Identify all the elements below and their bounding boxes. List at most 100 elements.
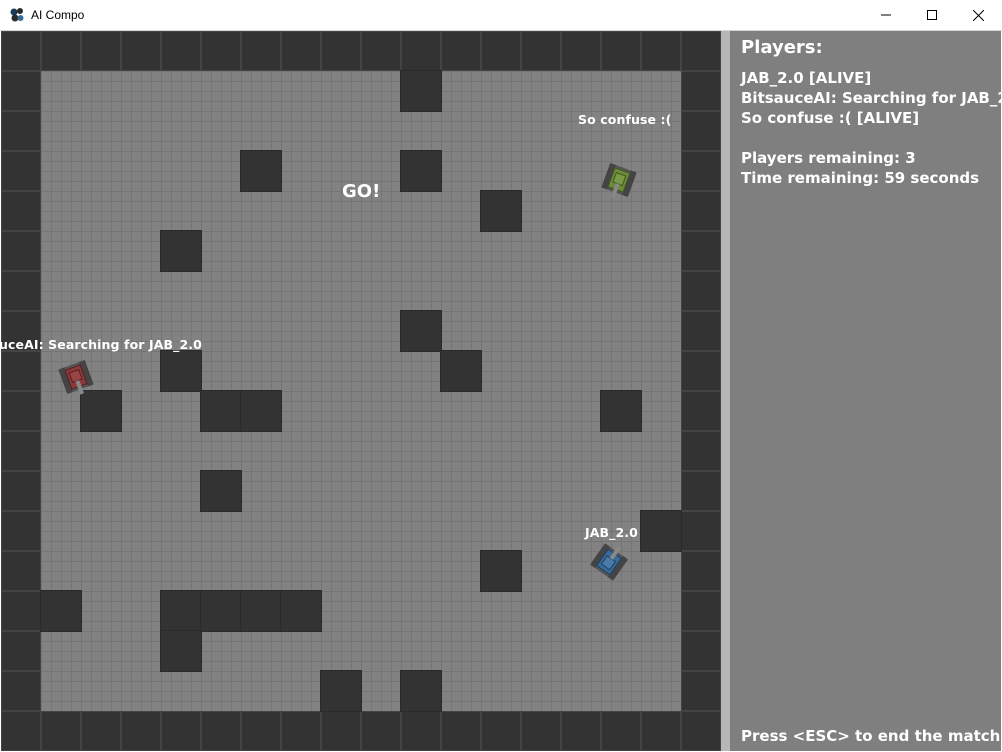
wall-block [80,390,122,432]
border-wall [681,471,721,511]
border-wall [681,311,721,351]
wall-block [400,670,442,712]
border-wall [681,391,721,431]
border-wall [201,711,241,751]
players-heading: Players: [741,37,823,58]
border-wall [1,71,41,111]
border-wall [161,711,201,751]
border-wall [401,711,441,751]
border-wall [681,591,721,631]
border-wall [241,711,281,751]
window-title: AI Compo [31,8,85,22]
title-bar: AI Compo [0,0,1002,31]
border-wall [1,671,41,711]
player-line: BitsauceAI: Searching for JAB_2 [741,89,1001,107]
border-wall [1,511,41,551]
border-wall [1,111,41,151]
game-window: So confuse :( uceAI: Searching for JAB_2… [1,31,1001,751]
border-wall [681,551,721,591]
border-wall [681,31,721,71]
border-wall [361,711,401,751]
border-wall [681,631,721,671]
border-wall [681,71,721,111]
border-wall [1,631,41,671]
border-wall [321,31,361,71]
wall-block [200,470,242,512]
player-line: JAB_2.0 [ALIVE] [741,69,872,87]
border-wall [681,671,721,711]
border-wall [1,551,41,591]
border-wall [681,151,721,191]
wall-block [400,70,442,112]
border-wall [1,431,41,471]
border-wall [601,711,641,751]
border-wall [281,711,321,751]
border-wall [1,351,41,391]
arena[interactable]: So confuse :( uceAI: Searching for JAB_2… [1,31,721,751]
wall-block [160,590,202,632]
wall-block [240,590,282,632]
close-icon [972,9,984,21]
esc-hint: Press <ESC> to end the match [741,727,1001,745]
border-wall [121,31,161,71]
wall-block [480,190,522,232]
border-wall [1,591,41,631]
border-wall [1,471,41,511]
wall-block [640,510,682,552]
wall-block [200,590,242,632]
border-wall [241,31,281,71]
border-wall [81,711,121,751]
border-wall [681,431,721,471]
border-wall [1,271,41,311]
player-line: So confuse :( [ALIVE] [741,109,920,127]
app-icon [10,8,24,22]
wall-block [240,150,282,192]
border-wall [1,391,41,431]
wall-block [160,350,202,392]
border-wall [681,191,721,231]
border-wall [41,31,81,71]
border-wall [1,231,41,271]
border-wall [161,31,201,71]
border-wall [681,111,721,151]
border-wall [401,31,441,71]
wall-block [320,670,362,712]
info-panel: Players: JAB_2.0 [ALIVE] BitsauceAI: Sea… [730,31,1001,751]
time-remaining: Time remaining: 59 seconds [741,169,980,187]
border-wall [201,31,241,71]
border-wall [481,711,521,751]
border-wall [41,711,81,751]
border-wall [441,31,481,71]
border-wall [641,31,681,71]
wall-block [400,150,442,192]
border-wall [681,511,721,551]
wall-block [400,310,442,352]
close-button[interactable] [955,0,1001,30]
border-wall [1,191,41,231]
minimize-button[interactable] [863,0,909,30]
border-wall [1,31,41,71]
border-wall [281,31,321,71]
wall-block [200,390,242,432]
border-wall [561,31,601,71]
wall-block [440,350,482,392]
wall-block [240,390,282,432]
wall-block [40,590,82,632]
border-wall [1,711,41,751]
border-wall [561,711,601,751]
tank-label-blue: JAB_2.0 [585,525,638,540]
maximize-button[interactable] [909,0,955,30]
divider [721,31,730,751]
border-wall [321,711,361,751]
maximize-icon [927,10,937,20]
minimize-icon [881,14,891,16]
border-wall [441,711,481,751]
border-wall [681,711,721,751]
border-wall [1,151,41,191]
border-wall [681,351,721,391]
wall-block [480,550,522,592]
go-banner: GO! [342,181,381,202]
wall-block [600,390,642,432]
border-wall [681,231,721,271]
players-remaining: Players remaining: 3 [741,149,916,167]
